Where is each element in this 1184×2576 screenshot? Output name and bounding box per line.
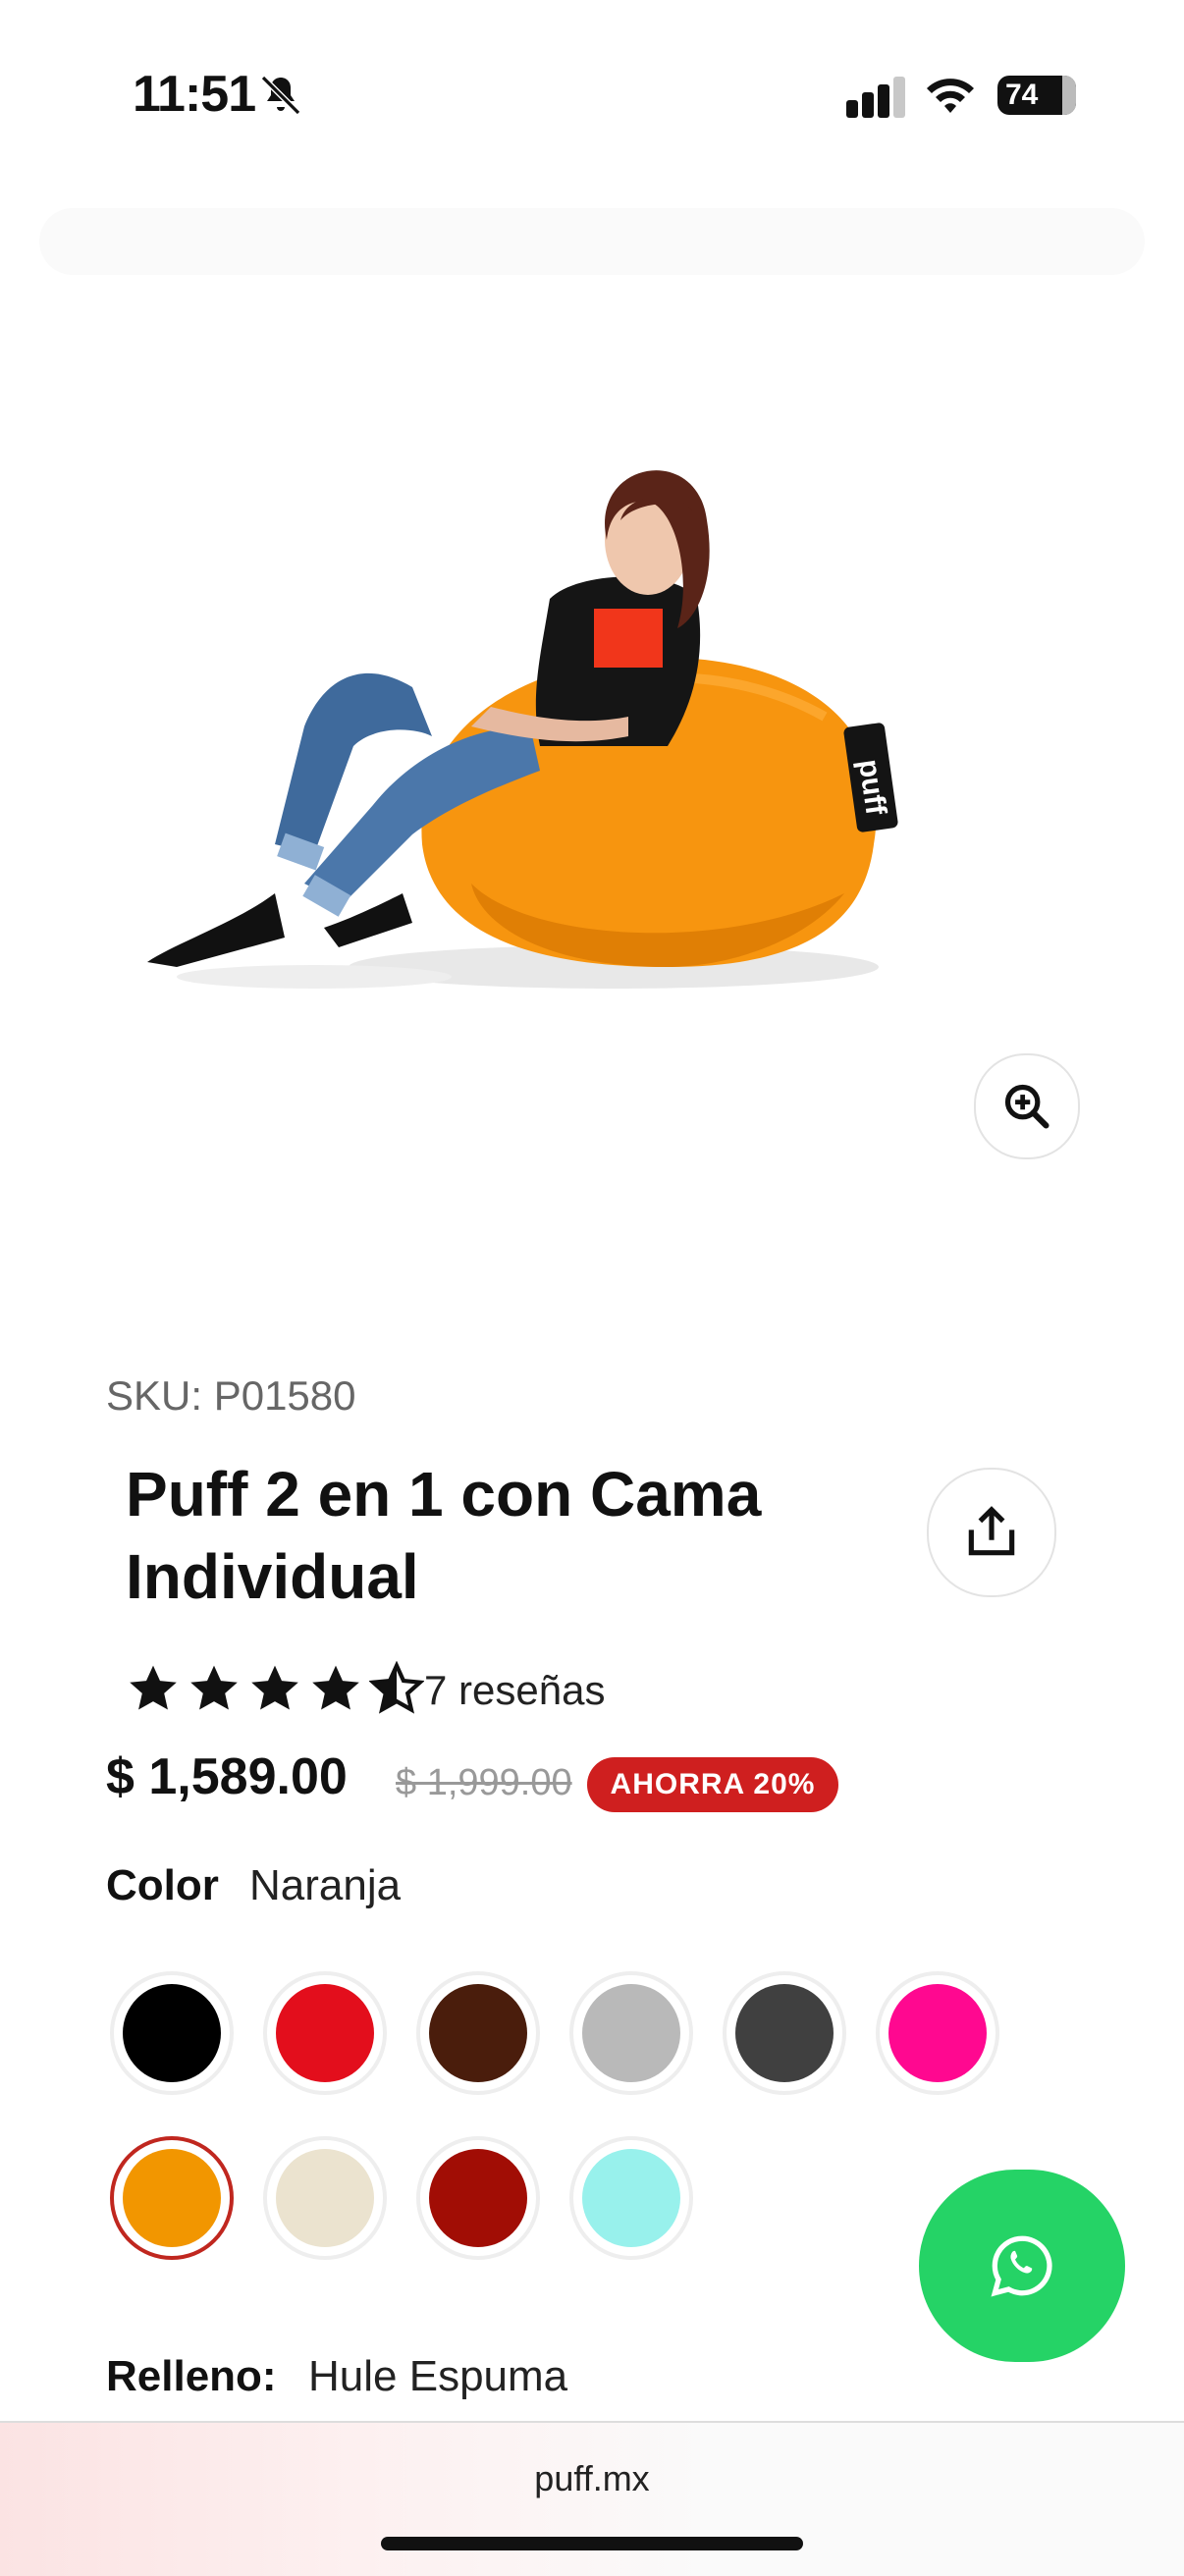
- color-swatch[interactable]: [263, 1971, 387, 2095]
- zoom-button[interactable]: [974, 1053, 1080, 1159]
- color-swatch[interactable]: [110, 1971, 234, 2095]
- color-swatch-fill: [123, 1984, 221, 2082]
- current-price: $ 1,589.00: [106, 1748, 348, 1805]
- whatsapp-button[interactable]: [919, 2170, 1125, 2362]
- product-image[interactable]: puff: [118, 432, 933, 1011]
- share-button[interactable]: [927, 1468, 1056, 1597]
- color-swatch-fill: [582, 1984, 680, 2082]
- top-search-bar[interactable]: [39, 208, 1145, 275]
- color-label: Color: [106, 1861, 219, 1909]
- rating-stars[interactable]: [126, 1661, 424, 1716]
- product-title: Puff 2 en 1 con Cama Individual: [126, 1459, 762, 1612]
- color-swatch[interactable]: [569, 1971, 693, 2095]
- color-swatch-fill: [276, 2149, 374, 2247]
- bell-slash-icon: [260, 75, 301, 116]
- fill-label: Relleno:: [106, 2352, 277, 2400]
- discount-badge: AHORRA 20%: [587, 1757, 838, 1812]
- color-swatch[interactable]: [569, 2136, 693, 2260]
- color-swatch-fill: [276, 1984, 374, 2082]
- color-swatch-fill: [582, 2149, 680, 2247]
- star-icon: [312, 1665, 359, 1710]
- color-swatch[interactable]: [416, 1971, 540, 2095]
- star-icon: [190, 1665, 238, 1710]
- half-star-icon: [369, 1661, 424, 1714]
- color-selected-value: Naranja: [249, 1861, 402, 1909]
- star-icon: [130, 1665, 177, 1710]
- battery-level: 74: [1005, 79, 1039, 111]
- color-swatch-fill: [429, 2149, 527, 2247]
- color-swatch[interactable]: [723, 1971, 846, 2095]
- signal-icon: [846, 77, 905, 118]
- original-price: $ 1,999.00: [396, 1762, 572, 1803]
- color-swatch-fill: [735, 1984, 834, 2082]
- share-icon: [968, 1506, 1015, 1556]
- color-swatch[interactable]: [110, 2136, 234, 2260]
- status-time: 11:51: [133, 66, 256, 123]
- star-icon: [251, 1665, 298, 1710]
- reviews-link[interactable]: 7 reseñas: [424, 1667, 605, 1714]
- browser-bottom-bar: puff.mx: [0, 2421, 1184, 2576]
- zoom-in-icon: [1004, 1084, 1049, 1129]
- whatsapp-icon: [991, 2235, 1052, 2297]
- color-swatch[interactable]: [876, 1971, 999, 2095]
- fill-value: Hule Espuma: [308, 2352, 568, 2400]
- status-bar: 11:51 74: [0, 0, 1184, 187]
- color-swatch[interactable]: [263, 2136, 387, 2260]
- url-domain[interactable]: puff.mx: [0, 2458, 1184, 2499]
- color-swatch-fill: [888, 1984, 987, 2082]
- product-sku: SKU: P01580: [106, 1372, 356, 1419]
- color-swatch-fill: [123, 2149, 221, 2247]
- home-indicator[interactable]: [381, 2537, 803, 2550]
- battery-icon: 74: [997, 76, 1076, 115]
- color-swatch[interactable]: [416, 2136, 540, 2260]
- color-swatch-fill: [429, 1984, 527, 2082]
- wifi-icon: [927, 79, 974, 113]
